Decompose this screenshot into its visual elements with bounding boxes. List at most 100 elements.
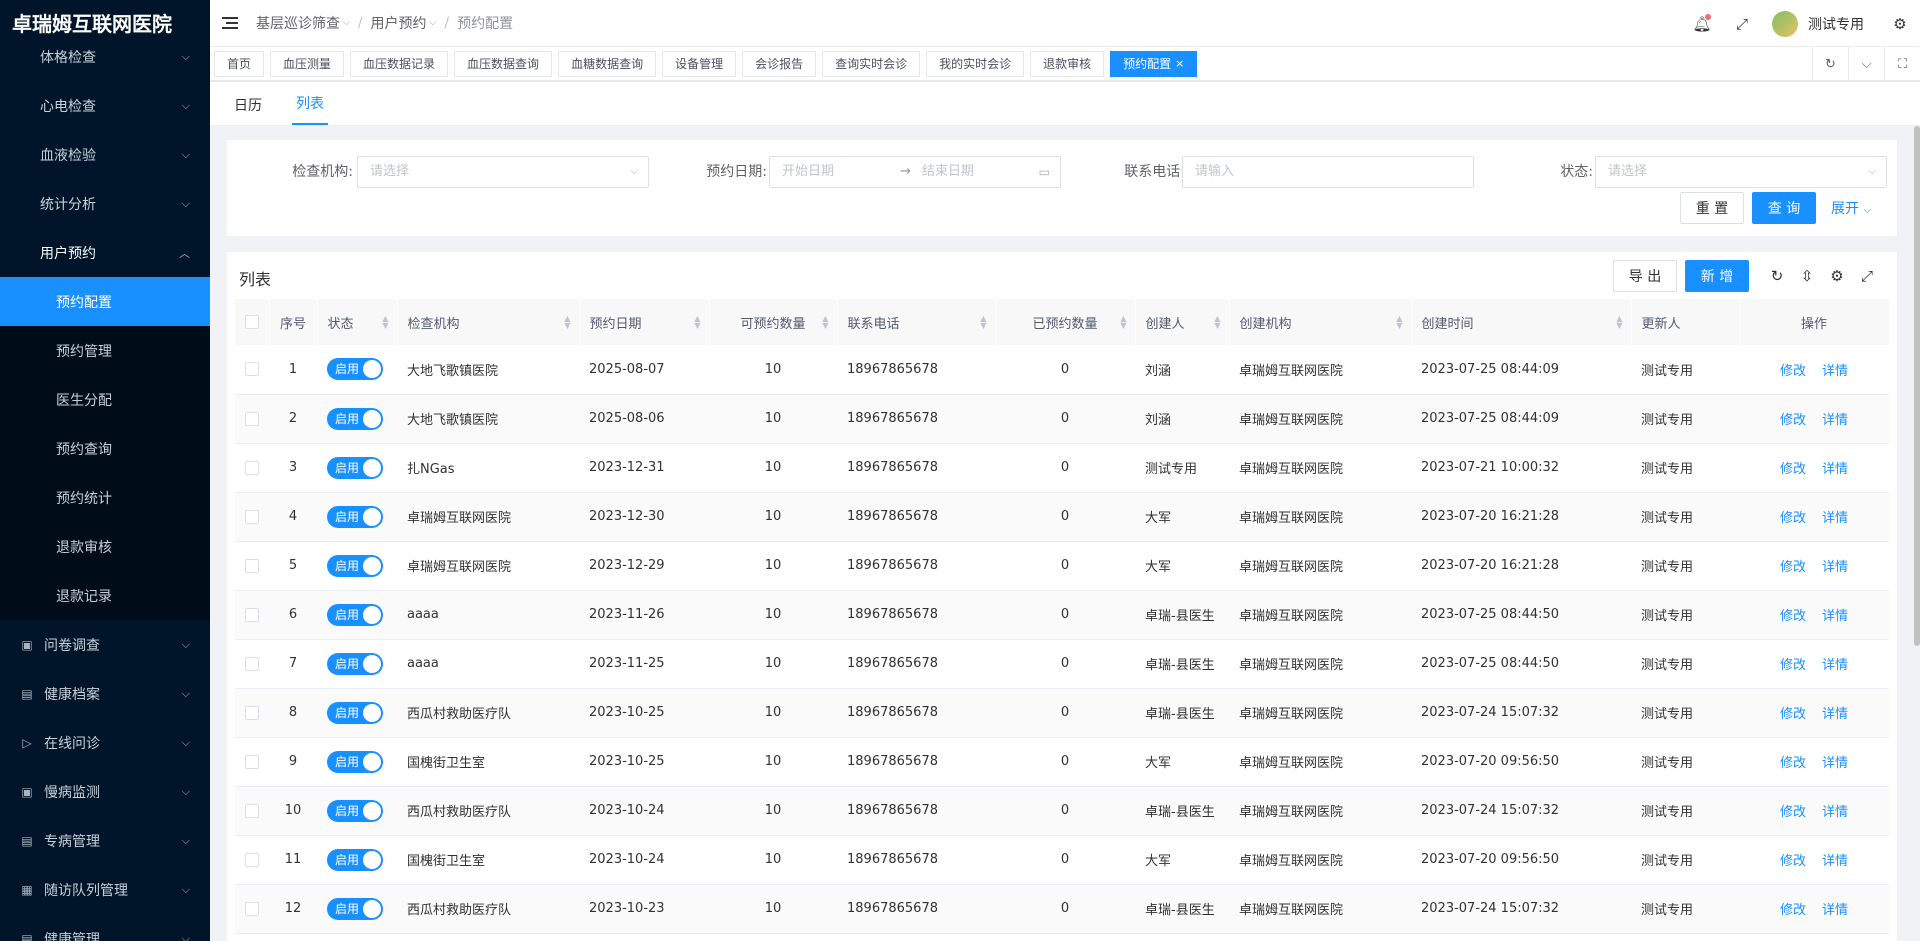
row-checkbox[interactable] — [245, 656, 259, 671]
menu-toggle-icon[interactable] — [222, 16, 240, 30]
row-checkbox[interactable] — [245, 411, 259, 426]
row-checkbox[interactable] — [245, 558, 259, 573]
status-toggle[interactable]: 启用 — [327, 603, 383, 626]
detail-link[interactable]: 详情 — [1822, 903, 1848, 918]
row-checkbox[interactable] — [245, 509, 259, 524]
expand-icon[interactable]: ⛶ — [1884, 47, 1920, 81]
status-toggle[interactable]: 启用 — [327, 554, 383, 577]
edit-link[interactable]: 修改 — [1780, 903, 1806, 918]
sidebar-item-health-manage[interactable]: ▤ 健康管理 ⌵ — [0, 914, 210, 941]
search-button[interactable]: 查 询 — [1752, 192, 1816, 224]
add-button[interactable]: 新 增 — [1685, 260, 1749, 292]
sidebar-item-appointment-stats[interactable]: 预约统计 — [0, 473, 210, 522]
sidebar-item-appointment-config[interactable]: 预约配置 — [0, 277, 210, 326]
edit-link[interactable]: 修改 — [1780, 413, 1806, 428]
edit-link[interactable]: 修改 — [1780, 609, 1806, 624]
sidebar-item-user-appointment[interactable]: 用户预约 ︿ — [0, 228, 210, 277]
detail-link[interactable]: 详情 — [1822, 364, 1848, 379]
col-header-org[interactable]: 检查机构 ▲ ▼ — [397, 299, 579, 345]
chevron-down-icon[interactable]: ⌵ — [1848, 47, 1884, 81]
edit-link[interactable]: 修改 — [1780, 805, 1806, 820]
tab-appointment-config[interactable]: 预约配置 × — [1110, 50, 1198, 77]
row-checkbox[interactable] — [245, 754, 259, 769]
refresh-icon[interactable]: ↻ — [1767, 266, 1787, 286]
sidebar-item-statistics[interactable]: 统计分析 ⌵ — [0, 179, 210, 228]
col-header-created-time[interactable]: 创建时间 ▲ ▼ — [1411, 299, 1631, 345]
bell-icon[interactable]: 🔔︎ — [1692, 13, 1712, 34]
fullscreen-icon[interactable]: ⤢ — [1732, 14, 1752, 34]
detail-link[interactable]: 详情 — [1822, 756, 1848, 771]
tab-refund-review[interactable]: 退款审核 — [1030, 50, 1105, 77]
username[interactable]: 测试专用 — [1808, 14, 1864, 34]
page-scrollbar[interactable] — [1914, 126, 1920, 646]
status-toggle[interactable]: 启用 — [327, 848, 383, 871]
sidebar-item-doctor-assign[interactable]: 医生分配 — [0, 375, 210, 424]
detail-link[interactable]: 详情 — [1822, 805, 1848, 820]
gear-icon[interactable]: ⚙ — [1827, 266, 1847, 286]
detail-link[interactable]: 详情 — [1822, 560, 1848, 575]
close-icon[interactable]: × — [1175, 57, 1184, 70]
col-header-phone[interactable]: 联系电话 ▲ ▼ — [837, 299, 995, 345]
col-header-creator-org[interactable]: 创建机构 ▲ ▼ — [1229, 299, 1411, 345]
sidebar-item-blood-test[interactable]: 血液检验 ⌵ — [0, 130, 210, 179]
tab-bp-measure[interactable]: 血压测量 — [270, 50, 345, 77]
status-select[interactable]: 请选择 ⌵ — [1595, 156, 1887, 188]
col-header-creator[interactable]: 创建人 ▲ ▼ — [1135, 299, 1229, 345]
sidebar-item-physical-exam[interactable]: 体格检查 ⌵ — [0, 32, 210, 81]
detail-link[interactable]: 详情 — [1822, 462, 1848, 477]
status-toggle[interactable]: 启用 — [327, 407, 383, 430]
tab-list[interactable]: 列表 — [292, 93, 328, 125]
row-checkbox[interactable] — [245, 901, 259, 916]
sidebar-item-refund-review[interactable]: 退款审核 — [0, 522, 210, 571]
status-toggle[interactable]: 启用 — [327, 750, 383, 773]
tab-calendar[interactable]: 日历 — [230, 95, 266, 125]
avatar[interactable] — [1772, 10, 1798, 37]
col-header-booked[interactable]: 已预约数量 ▲ ▼ — [995, 299, 1135, 345]
status-toggle[interactable]: 启用 — [327, 799, 383, 822]
detail-link[interactable]: 详情 — [1822, 707, 1848, 722]
edit-link[interactable]: 修改 — [1780, 756, 1806, 771]
sidebar-item-followup-queue[interactable]: ▦ 随访队列管理 ⌵ — [0, 865, 210, 914]
tab-home[interactable]: 首页 — [214, 50, 265, 77]
sidebar-item-appointment-query[interactable]: 预约查询 — [0, 424, 210, 473]
detail-link[interactable]: 详情 — [1822, 658, 1848, 673]
col-header-status[interactable]: 状态 ▲ ▼ — [317, 299, 397, 345]
sidebar-item-ecg[interactable]: 心电检查 ⌵ — [0, 81, 210, 130]
gear-icon[interactable]: ⚙ — [1890, 14, 1910, 34]
breadcrumb-item[interactable]: 基层巡诊筛查 — [256, 13, 340, 33]
phone-input[interactable]: 请输入 — [1182, 156, 1474, 188]
status-toggle[interactable]: 启用 — [327, 701, 383, 724]
fullscreen-icon[interactable]: ⤢ — [1857, 266, 1877, 286]
row-checkbox[interactable] — [245, 607, 259, 622]
detail-link[interactable]: 详情 — [1822, 609, 1848, 624]
status-toggle[interactable]: 启用 — [327, 652, 383, 675]
tab-realtime-query[interactable]: 查询实时会诊 — [822, 50, 921, 77]
tab-consult-report[interactable]: 会诊报告 — [742, 50, 817, 77]
column-height-icon[interactable]: ⇳ — [1797, 266, 1817, 286]
sidebar-item-chronic-monitor[interactable]: ▣ 慢病监测 ⌵ — [0, 767, 210, 816]
tab-device-manage[interactable]: 设备管理 — [662, 50, 737, 77]
row-checkbox[interactable] — [245, 705, 259, 720]
edit-link[interactable]: 修改 — [1780, 560, 1806, 575]
edit-link[interactable]: 修改 — [1780, 511, 1806, 526]
status-toggle[interactable]: 启用 — [327, 897, 383, 920]
sidebar-item-refund-records[interactable]: 退款记录 — [0, 571, 210, 620]
sidebar-item-disease-manage[interactable]: ▤ 专病管理 ⌵ — [0, 816, 210, 865]
col-header-date[interactable]: 预约日期 ▲ ▼ — [579, 299, 709, 345]
edit-link[interactable]: 修改 — [1780, 364, 1806, 379]
detail-link[interactable]: 详情 — [1822, 854, 1848, 869]
row-checkbox[interactable] — [245, 460, 259, 475]
status-toggle[interactable]: 启用 — [327, 358, 383, 381]
edit-link[interactable]: 修改 — [1780, 707, 1806, 722]
tab-glucose-query[interactable]: 血糖数据查询 — [558, 50, 657, 77]
export-button[interactable]: 导 出 — [1613, 260, 1677, 292]
status-toggle[interactable]: 启用 — [327, 456, 383, 479]
sidebar-item-appointment-manage[interactable]: 预约管理 — [0, 326, 210, 375]
col-header-capacity[interactable]: 可预约数量 ▲ ▼ — [709, 299, 837, 345]
row-checkbox[interactable] — [245, 803, 259, 818]
row-checkbox[interactable] — [245, 362, 259, 377]
edit-link[interactable]: 修改 — [1780, 462, 1806, 477]
tab-bp-records[interactable]: 血压数据记录 — [350, 50, 449, 77]
date-range-picker[interactable]: 开始日期 → 结束日期 ▭ — [769, 156, 1061, 188]
refresh-icon[interactable]: ↻ — [1812, 47, 1848, 81]
